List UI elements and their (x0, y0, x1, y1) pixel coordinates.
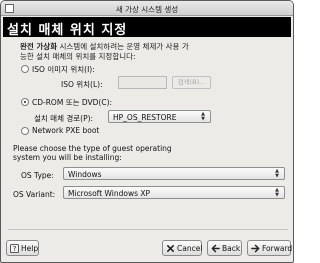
iso-location-field[interactable] (118, 76, 167, 89)
media-path-combo[interactable]: HP_OS_RESTORE ▲ ▼ (108, 110, 211, 123)
title-bar[interactable]: 새 가상 시스템 생성 (1, 1, 293, 16)
forward-button[interactable]: Forward (247, 240, 293, 256)
cancel-icon (166, 244, 175, 253)
iso-radio[interactable] (21, 65, 29, 73)
cancel-button[interactable]: Cancel (162, 240, 202, 256)
os-type-value: Windows (68, 170, 102, 179)
cdrom-radio-label[interactable]: CD-ROM 또는 DVD(C): (32, 97, 112, 108)
forward-label: Forward (262, 244, 293, 253)
svg-text:?: ? (13, 244, 17, 253)
pxe-radio[interactable] (21, 127, 29, 135)
os-type-combo[interactable]: Windows ▲ ▼ (63, 167, 285, 180)
window-title: 새 가상 시스템 생성 (115, 5, 179, 14)
browse-button[interactable]: 검색(B)... (172, 76, 211, 89)
back-arrow-icon (211, 244, 220, 253)
pxe-radio-label[interactable]: Network PXE boot (32, 126, 99, 135)
os-variant-combo[interactable]: Microsoft Windows XP ▲ ▼ (63, 186, 285, 199)
help-label: Help (21, 244, 39, 253)
intro-line2: 능한 설치 매체의 위치를 지정합니다: (20, 52, 136, 61)
media-path-value: HP_OS_RESTORE (113, 113, 177, 122)
iso-location-input[interactable] (119, 77, 166, 88)
iso-radio-label[interactable]: ISO 이미지 위치(I): (32, 64, 95, 75)
back-button[interactable]: Back (207, 240, 242, 256)
combo-arrows-icon: ▲ ▼ (275, 168, 279, 179)
media-path-label: 설치 매체 경로(P): (34, 114, 94, 123)
os-variant-label: OS Variant: (13, 190, 56, 199)
back-label: Back (222, 244, 241, 253)
intro-text: 완전 가상화 시스템에 설치하려는 운영 체제가 사용 가 능한 설치 매체의 … (20, 42, 282, 62)
combo-arrows-icon: ▲ ▼ (275, 187, 279, 198)
help-button[interactable]: ? Help (6, 240, 39, 256)
cdrom-radio[interactable] (21, 98, 29, 106)
help-icon: ? (10, 244, 19, 253)
intro-rest: 시스템에 설치하려는 운영 체제가 사용 가 (57, 42, 189, 51)
cancel-label: Cancel (177, 244, 203, 253)
page-header: 설치 매체 위치 지정 (3, 17, 291, 38)
os-variant-value: Microsoft Windows XP (68, 189, 151, 198)
os-type-label: OS Type: (21, 171, 54, 180)
iso-location-label: ISO 위치(L): (61, 80, 103, 89)
combo-arrows-icon: ▲ ▼ (201, 111, 205, 122)
button-separator (8, 229, 288, 230)
guest-prompt-line2: system you will be installing: (13, 153, 122, 162)
page-title: 설치 매체 위치 지정 (7, 23, 128, 38)
forward-arrow-icon (251, 244, 260, 253)
create-vm-dialog: 새 가상 시스템 생성 설치 매체 위치 지정 완전 가상화 시스템에 설치하려… (0, 0, 294, 263)
intro-bold: 완전 가상화 (20, 42, 58, 51)
